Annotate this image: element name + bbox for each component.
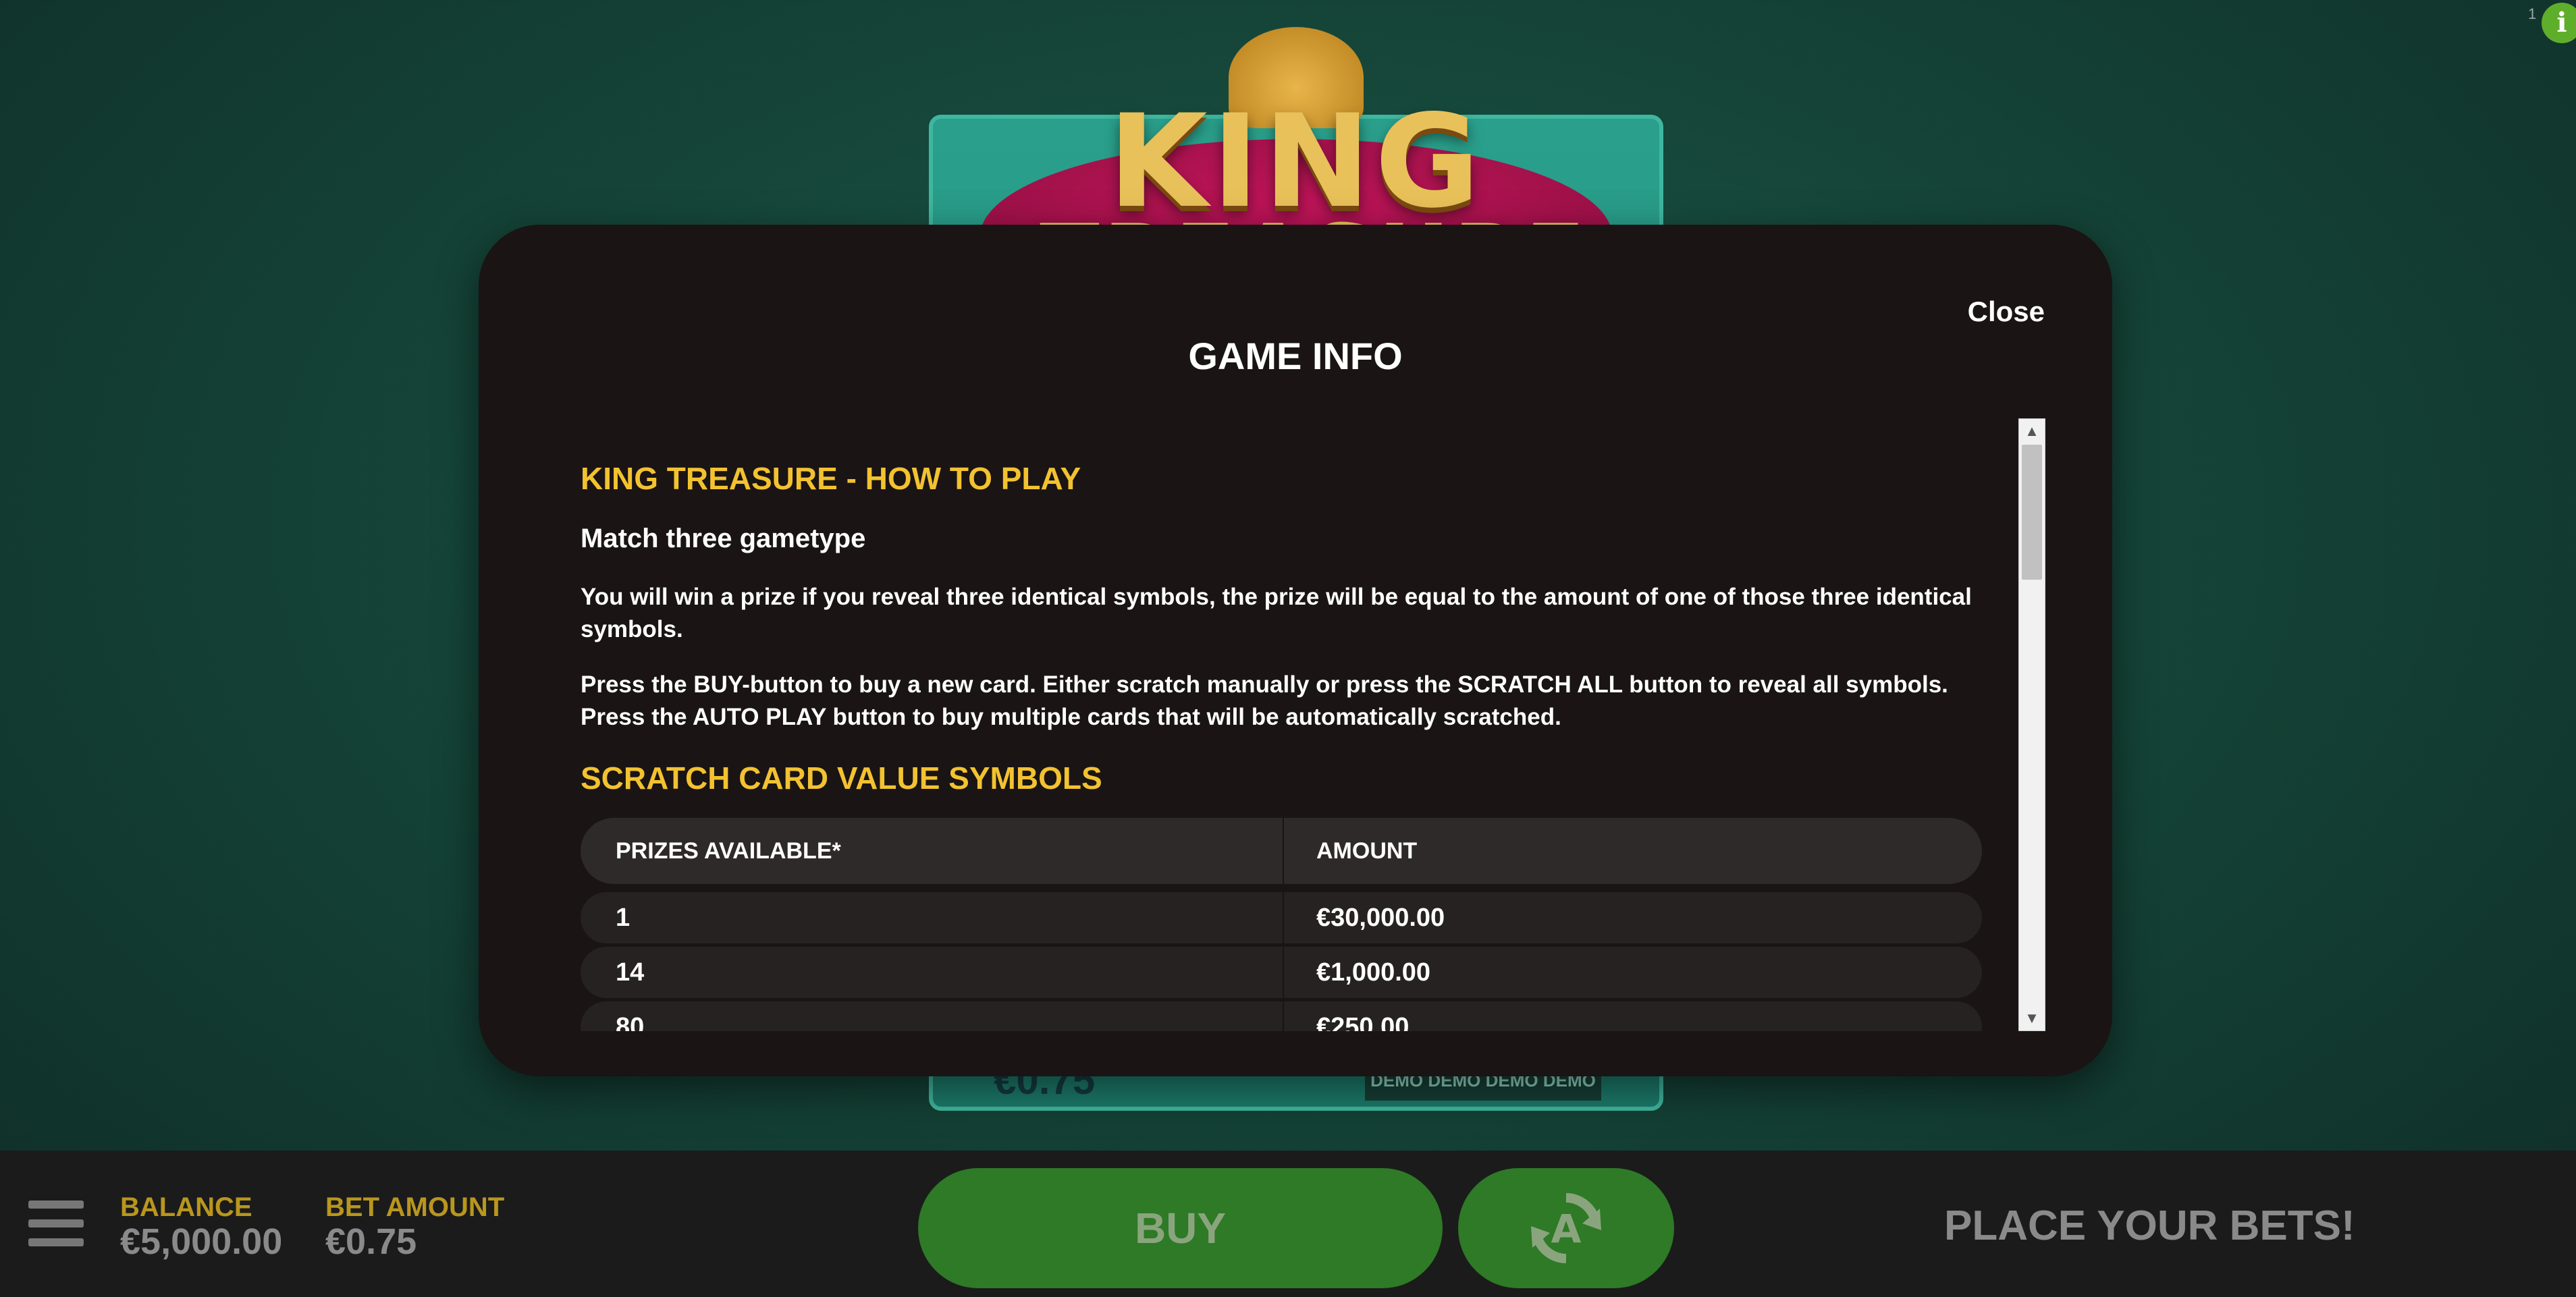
section-heading-how-to-play: KING TREASURE - HOW TO PLAY [581,461,1081,496]
modal-scrollbar[interactable]: ▲ ▼ [2018,418,2045,1031]
gametype-subheading: Match three gametype [581,524,866,553]
column-divider [1283,947,1284,998]
scroll-up-arrow-icon[interactable]: ▲ [2019,419,2045,443]
header-prizes-available: PRIZES AVAILABLE* [616,838,841,864]
modal-title: GAME INFO [1188,335,1403,377]
row-prizes-count: 80 [616,1013,645,1031]
section-heading-value-symbols: SCRATCH CARD VALUE SYMBOLS [581,761,1102,796]
info-icon[interactable]: i [2542,3,2576,43]
autoplay-icon: A [1531,1193,1601,1263]
bet-amount-value[interactable]: €0.75 [325,1221,417,1263]
column-divider [1283,892,1284,943]
status-message: PLACE YOUR BETS! [1944,1203,2355,1249]
row-amount: €30,000.00 [1316,904,1445,932]
table-row: 80 €250.00 [581,1001,1982,1031]
row-prizes-count: 1 [616,904,630,932]
row-prizes-count: 14 [616,958,645,987]
hamburger-menu-icon[interactable] [28,1201,84,1246]
paragraph-win-rule: You will win a prize if you reveal three… [581,584,1972,642]
scroll-down-arrow-icon[interactable]: ▼ [2019,1006,2045,1030]
table-header: PRIZES AVAILABLE* AMOUNT [581,818,1982,884]
prize-table: PRIZES AVAILABLE* AMOUNT 1 €30,000.00 14… [581,818,1982,1031]
paragraph-buy-instructions: Press the BUY-button to buy a new card. … [581,671,1948,730]
row-amount: €250.00 [1316,1013,1410,1031]
balance-label: BALANCE [120,1192,252,1222]
modal-scroll-content: KING TREASURE - HOW TO PLAY Match three … [581,418,1988,1031]
buy-button[interactable]: BUY [918,1168,1443,1288]
row-amount: €1,000.00 [1316,958,1431,987]
header-amount: AMOUNT [1316,838,1418,864]
scrollbar-thumb[interactable] [2022,445,2042,580]
column-divider [1283,1001,1284,1031]
svg-text:A: A [1551,1206,1582,1252]
bet-amount-label: BET AMOUNT [325,1192,505,1222]
column-divider [1283,818,1284,884]
close-button[interactable]: Close [1968,296,2045,328]
table-row: 1 €30,000.00 [581,892,1982,943]
bottom-bar: BALANCE €5,000.00 BET AMOUNT €0.75 BUY A… [0,1151,2576,1297]
info-counter: 1 [2528,5,2537,22]
balance-value: €5,000.00 [120,1221,283,1262]
autoplay-button[interactable]: A [1458,1168,1674,1288]
table-row: 14 €1,000.00 [581,947,1982,998]
